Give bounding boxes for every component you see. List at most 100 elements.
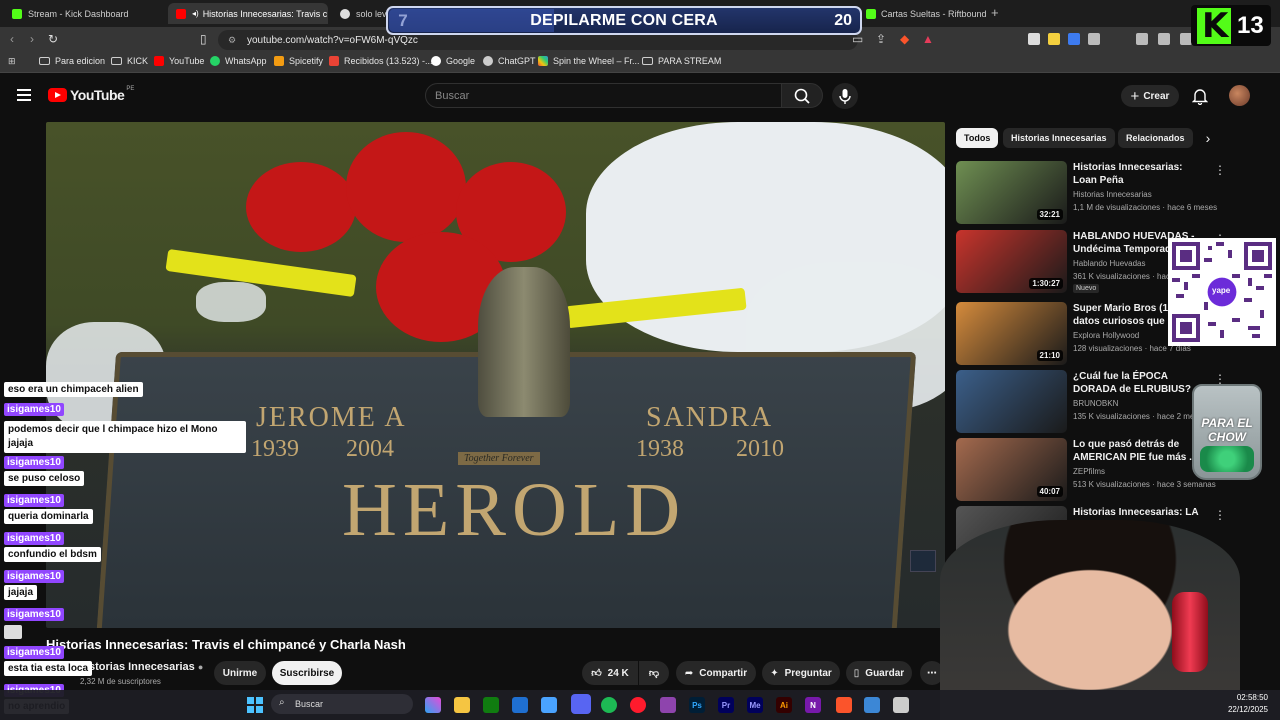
snow-patch xyxy=(196,282,266,322)
onenote-icon[interactable]: N xyxy=(805,697,821,713)
like-button[interactable]: 👍︎ 24 K xyxy=(582,661,638,685)
recommended-channel[interactable]: Historias Innecesarias xyxy=(1073,190,1152,199)
chat-username[interactable]: isigames10 xyxy=(4,494,64,507)
brave-rewards-icon[interactable]: ▲ xyxy=(922,32,934,46)
chat-username[interactable]: isigames10 xyxy=(4,456,64,469)
recommended-channel[interactable]: ZEPfilms xyxy=(1073,467,1105,476)
chevron-right-icon[interactable]: › xyxy=(1198,128,1218,148)
apps-grid-icon[interactable]: ⊞ xyxy=(8,56,16,67)
photoshop-icon[interactable]: Ps xyxy=(689,697,705,713)
spotify-icon[interactable] xyxy=(601,697,617,713)
brave-shield-icon[interactable]: ◆ xyxy=(900,32,909,46)
bookmark-kick[interactable]: KICK xyxy=(111,56,148,66)
extension-icon[interactable] xyxy=(1048,33,1060,45)
extension-icon[interactable] xyxy=(1068,33,1080,45)
premiere-icon[interactable]: Pr xyxy=(718,697,734,713)
account-avatar[interactable] xyxy=(1229,85,1250,106)
bookmark-whatsapp[interactable]: WhatsApp xyxy=(210,56,267,66)
opera-icon[interactable] xyxy=(630,697,646,713)
bookmark-spicetify[interactable]: Spicetify xyxy=(274,56,323,66)
tab-yopiclown-stream[interactable] xyxy=(862,3,880,24)
xbox-icon[interactable] xyxy=(483,697,499,713)
puzzle-icon[interactable] xyxy=(1088,33,1100,45)
youtube-logo[interactable]: YouTube PE xyxy=(48,86,134,103)
dislike-button[interactable]: 👎︎ xyxy=(639,661,669,685)
new-tab-button[interactable]: + xyxy=(991,5,999,20)
create-button[interactable]: + Crear xyxy=(1121,85,1179,107)
share-icon[interactable]: ⇪ xyxy=(876,32,886,46)
ask-button[interactable]: ✦ Preguntar xyxy=(762,661,840,685)
recommended-video[interactable]: 32:21 Historias Innecesarias: Loan Peña Hi… xyxy=(956,161,1268,225)
chat-username[interactable]: isigames10 xyxy=(4,570,64,583)
tab-cartas-sueltas[interactable]: Cartas Sueltas - Riftbound | League o xyxy=(879,3,989,24)
site-info-icon[interactable]: ⚙ xyxy=(228,35,239,46)
recommended-meta: 513 K visualizaciones · hace 3 semanas xyxy=(1073,480,1216,489)
channel-name[interactable]: Historias Innecesarias ● xyxy=(78,661,203,673)
illustrator-icon[interactable]: Ai xyxy=(776,697,792,713)
recommended-channel[interactable]: BRUNOBKN xyxy=(1073,399,1118,408)
tab-kick-dashboard[interactable]: Stream - Kick Dashboard xyxy=(4,3,164,24)
bookmark-chatgpt[interactable]: ChatGPT xyxy=(483,56,536,66)
forward-icon[interactable]: › xyxy=(30,32,34,46)
taskbar-search[interactable]: ⌕ Buscar xyxy=(271,694,413,714)
video-thumbnail[interactable]: 1:30:27 xyxy=(956,230,1067,293)
discord-icon[interactable] xyxy=(571,694,591,714)
task-manager-icon[interactable] xyxy=(512,697,528,713)
system-clock[interactable]: 02:58:50 22/12/2025 xyxy=(1208,692,1268,716)
menu-icon[interactable] xyxy=(17,89,31,101)
bookmark-google[interactable]: Google xyxy=(431,56,475,66)
join-button[interactable]: Unirme xyxy=(214,661,266,685)
recommended-title[interactable]: Lo que pasó detrás de AMERICAN PIE fue m… xyxy=(1073,438,1203,464)
close-tab-icon[interactable]: ✕ xyxy=(327,8,328,19)
chat-username[interactable]: isigames10 xyxy=(4,532,64,545)
chat-username[interactable]: isigames10 xyxy=(4,646,64,659)
extension-icon[interactable] xyxy=(1028,33,1040,45)
channel-watermark[interactable] xyxy=(910,550,936,572)
more-options-icon[interactable]: ⋮ xyxy=(1214,163,1226,177)
chat-username[interactable]: isigames10 xyxy=(4,403,64,416)
subscribe-button[interactable]: Suscribirse xyxy=(272,661,342,685)
recommended-channel[interactable]: Explora Hollywood xyxy=(1073,331,1139,340)
app-icon[interactable] xyxy=(893,697,909,713)
search-button[interactable] xyxy=(781,83,823,108)
more-options-icon[interactable]: ⋮ xyxy=(1214,508,1226,522)
video-thumbnail[interactable]: 21:10 xyxy=(956,302,1067,365)
back-icon[interactable]: ‹ xyxy=(10,32,14,46)
bookmark-gmail[interactable]: Recibidos (13.523) -... xyxy=(329,56,433,66)
tab-solo-level[interactable]: solo level xyxy=(332,3,390,24)
video-player[interactable]: JEROME A 1939 2004 SANDRA 1938 2010 Toge… xyxy=(46,122,945,628)
video-thumbnail[interactable] xyxy=(956,370,1067,433)
video-thumbnail[interactable]: 32:21 xyxy=(956,161,1067,224)
video-thumbnail[interactable]: 40:07 xyxy=(956,438,1067,501)
tab-youtube-active[interactable]: ◂) Historias Innecesarias: Travis c ✕ xyxy=(168,3,328,24)
media-encoder-icon[interactable]: Me xyxy=(747,697,763,713)
chip-todos[interactable]: Todos xyxy=(956,128,999,148)
bookmark-para-stream[interactable]: PARA STREAM xyxy=(642,56,721,66)
emote-icon xyxy=(4,625,22,639)
reload-icon[interactable]: ↻ xyxy=(48,32,58,46)
chip-historias-innecesarias[interactable]: Historias Innecesarias xyxy=(1003,128,1115,148)
edge-icon[interactable] xyxy=(541,697,557,713)
recommended-title[interactable]: ¿Cuál fue la ÉPOCA DORADA de ELRUBIUS? xyxy=(1073,370,1203,396)
save-button[interactable]: ▯ Guardar xyxy=(846,661,912,685)
notifications-button[interactable] xyxy=(1191,87,1209,110)
app-icon[interactable] xyxy=(864,697,880,713)
share-button[interactable]: ➦ Compartir xyxy=(676,661,756,685)
recommended-channel[interactable]: Hablando Huevadas xyxy=(1073,259,1146,268)
search-input[interactable]: Buscar xyxy=(425,83,782,108)
bookmark-para-edicion[interactable]: Para edicion xyxy=(39,56,105,66)
streamlabs-icon[interactable] xyxy=(660,697,676,713)
voice-search-button[interactable] xyxy=(832,83,858,109)
bookmark-page-icon[interactable]: ▯ xyxy=(200,32,207,46)
brave-icon[interactable] xyxy=(836,697,852,713)
sidebar-icon[interactable] xyxy=(1158,33,1170,45)
windows-start-button[interactable] xyxy=(246,696,264,714)
chat-username[interactable]: isigames10 xyxy=(4,608,64,621)
bookmark-youtube[interactable]: YouTube xyxy=(154,56,204,66)
chip-relacionados[interactable]: Relacionados xyxy=(1118,128,1193,148)
copilot-icon[interactable] xyxy=(425,697,441,713)
file-explorer-icon[interactable] xyxy=(454,697,470,713)
recommended-title[interactable]: Historias Innecesarias: Loan Peña xyxy=(1073,161,1203,187)
bookmark-spin-the-wheel[interactable]: Spin the Wheel – Fr... xyxy=(538,56,640,66)
media-icon[interactable] xyxy=(1136,33,1148,45)
